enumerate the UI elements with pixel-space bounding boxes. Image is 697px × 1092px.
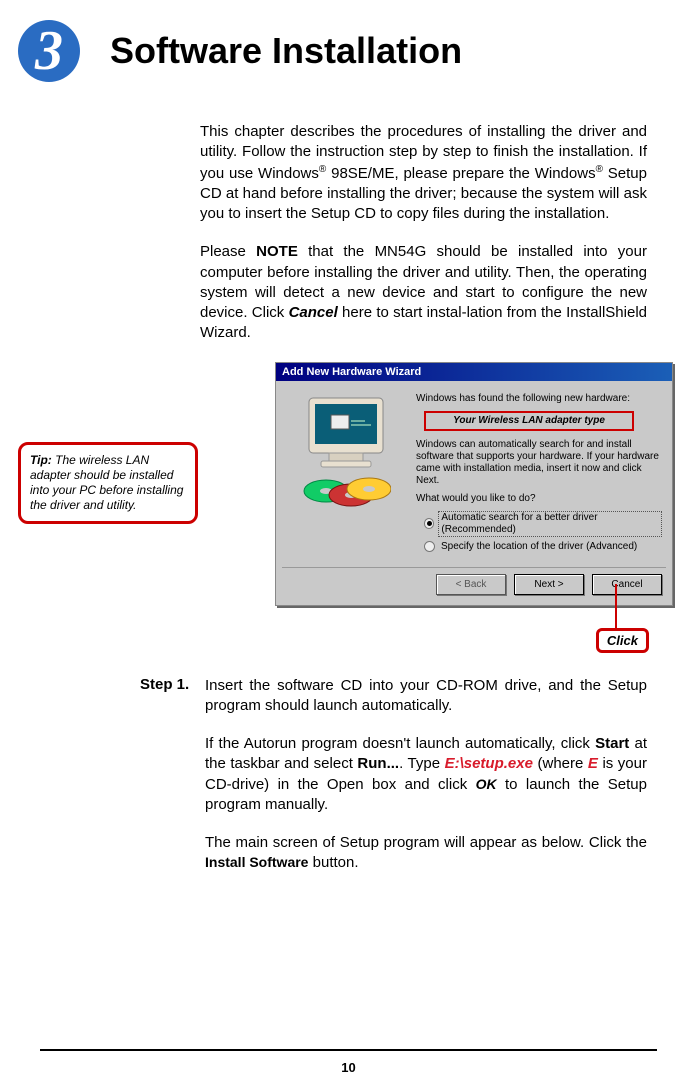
text: The main screen of Setup program will ap… [205,834,647,851]
text: Please [200,243,256,260]
intro-block: This chapter describes the procedures of… [200,122,647,344]
install-software-ref: Install Software [205,854,308,870]
tip-label: Tip: [30,453,52,467]
step-1-para-3: The main screen of Setup program will ap… [205,833,647,874]
wizard-titlebar: Add New Hardware Wizard [276,363,672,381]
wizard-illustration [286,393,406,557]
text: 98SE/ME, please prepare the Windows [326,165,595,182]
step-1-para-2: If the Autorun program doesn't launch au… [205,734,647,815]
page-number: 10 [341,1060,355,1075]
wizard-line-2: Windows can automatically search for and… [416,439,662,487]
drive-letter: E [588,755,598,772]
radio-label-specify: Specify the location of the driver (Adva… [439,541,639,553]
text: (where [533,755,588,772]
wizard-section: Tip: The wireless LAN adapter should be … [10,362,657,606]
step-1-label: Step 1. [140,676,205,892]
radio-dot-icon [424,518,434,529]
radio-option-auto[interactable]: Automatic search for a better driver (Re… [424,511,662,537]
chapter-number: 3 [35,23,63,79]
wizard-line-1: Windows has found the following new hard… [416,393,662,405]
text: If the Autorun program doesn't launch au… [205,735,595,752]
tip-text: The wireless LAN adapter should be insta… [30,453,183,512]
text: . Type [399,755,445,772]
registered-symbol: ® [596,164,603,175]
start-ref: Start [595,735,629,752]
click-pointer-line [615,584,617,630]
intro-paragraph-1: This chapter describes the procedures of… [200,122,647,224]
adapter-type-callout: Your Wireless LAN adapter type [424,411,634,431]
page-footer: 10 [0,1049,697,1077]
step-1-block: Step 1. Insert the software CD into your… [140,676,647,892]
step-1-para-1: Insert the software CD into your CD-ROM … [205,676,647,717]
radio-option-specify[interactable]: Specify the location of the driver (Adva… [424,541,662,553]
chapter-badge: 3 [18,20,80,82]
chapter-title: Software Installation [110,30,462,72]
cancel-button[interactable]: Cancel [592,574,662,595]
cd-discs-icon [301,471,391,511]
radio-dot-icon [424,541,435,552]
setup-path: E:\setup.exe [445,755,533,772]
text: button. [308,854,358,871]
hardware-wizard-window: Add New Hardware Wizard [275,362,673,606]
monitor-icon [301,393,391,473]
wizard-line-3: What would you like to do? [416,493,662,505]
tip-box: Tip: The wireless LAN adapter should be … [18,442,198,524]
chapter-header: 3 Software Installation [10,10,657,82]
back-button: < Back [436,574,506,595]
next-button[interactable]: Next > [514,574,584,595]
run-ref: Run... [357,755,399,772]
intro-paragraph-2: Please NOTE that the MN54G should be ins… [200,242,647,343]
click-callout: Click [596,628,649,653]
ok-ref: OK [476,776,497,792]
note-label: NOTE [256,243,298,260]
radio-label-auto: Automatic search for a better driver (Re… [438,511,662,537]
cancel-ref: Cancel [289,304,338,321]
